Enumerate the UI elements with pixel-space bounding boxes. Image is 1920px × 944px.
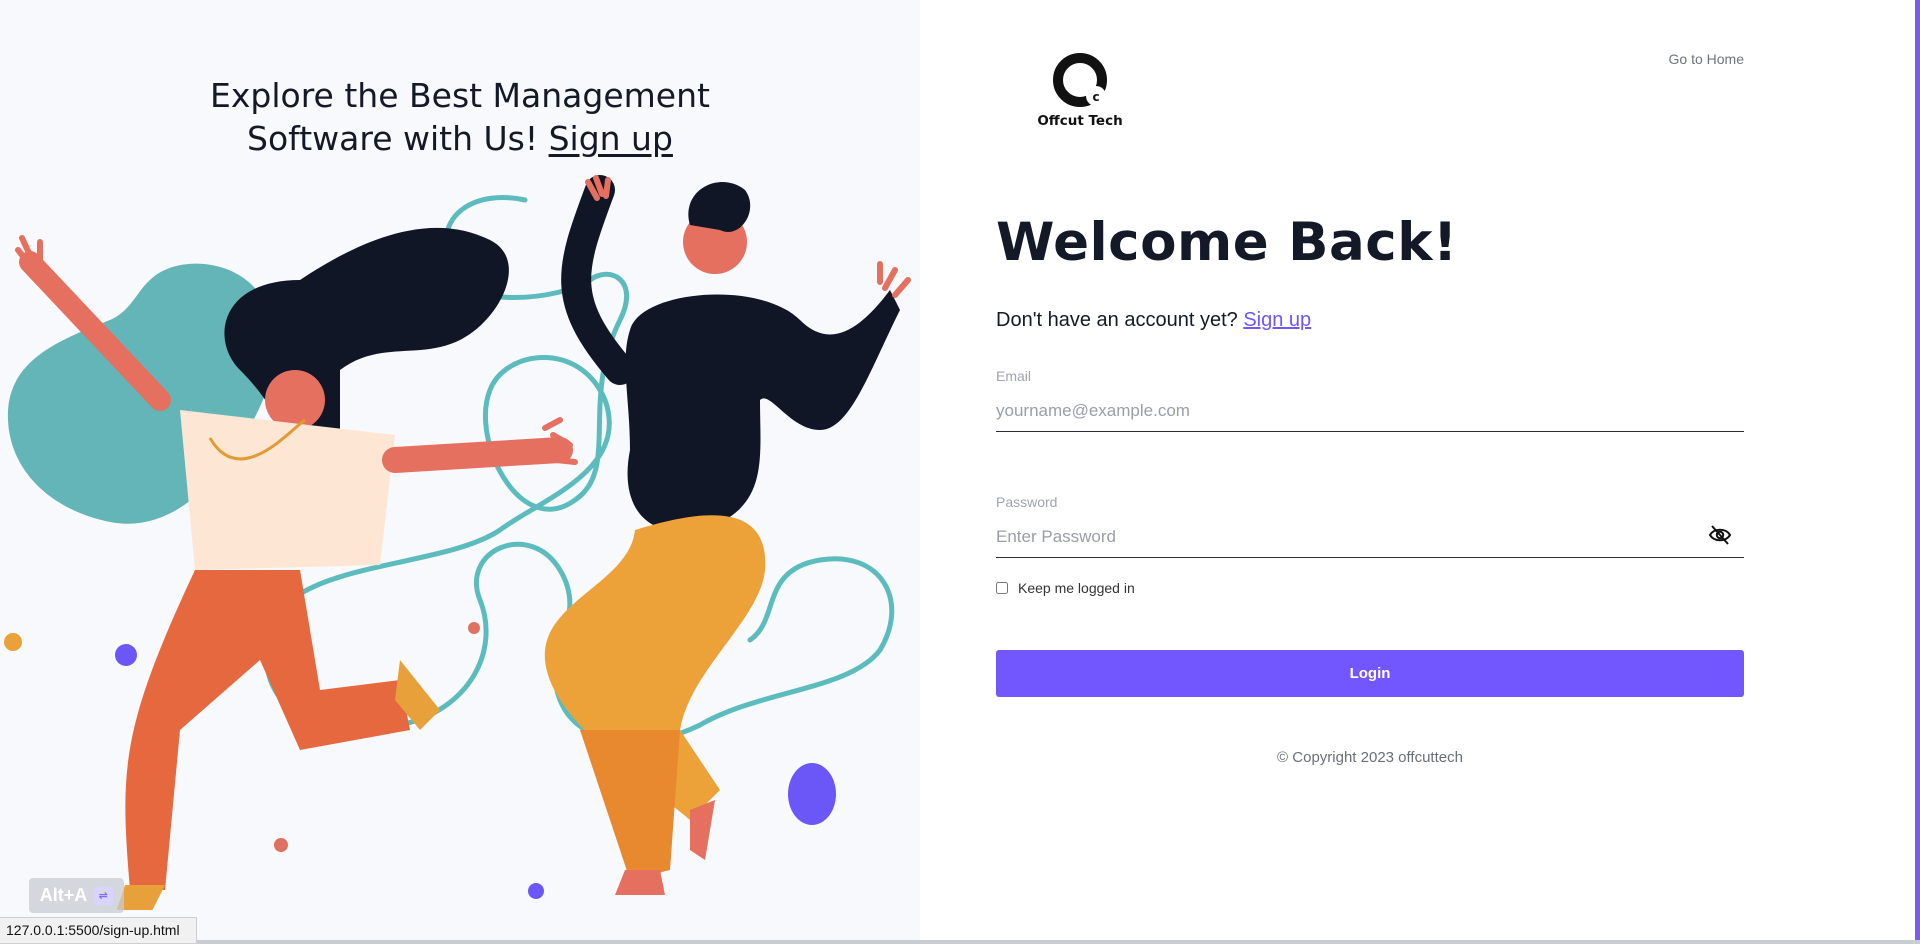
accessibility-shortcut-badge[interactable]: Alt+A ⇌ <box>29 878 124 913</box>
copyright-text: © Copyright 2023 offcuttech <box>1277 749 1463 766</box>
password-field[interactable] <box>996 516 1744 558</box>
signup-link[interactable]: Sign up <box>1243 309 1311 331</box>
browser-status-url: 127.0.0.1:5500/sign-up.html <box>0 917 197 944</box>
login-panel <box>920 0 1920 944</box>
email-label: Email <box>996 368 1032 384</box>
login-button[interactable]: Login <box>996 650 1744 697</box>
hero-signup-link[interactable]: Sign up <box>549 119 673 158</box>
hero-title-line2: Software with Us! <box>247 119 539 158</box>
hero-title: Explore the Best Management Software wit… <box>0 74 920 160</box>
email-field[interactable] <box>996 390 1744 432</box>
people-celebrating-illustration <box>4 175 911 910</box>
shortcut-label: Alt+A <box>39 885 88 905</box>
keep-logged-in-label: Keep me logged in <box>1018 580 1135 596</box>
scrollbar[interactable] <box>1915 0 1920 944</box>
go-to-home-link[interactable]: Go to Home <box>1630 51 1744 67</box>
hero-panel: Explore the Best Management Software wit… <box>0 0 920 944</box>
page-title: Welcome Back! <box>996 212 1458 273</box>
signup-prompt: Don't have an account yet? Sign up <box>996 309 1311 332</box>
toggle-password-visibility-icon[interactable] <box>1708 524 1732 546</box>
keep-logged-in-checkbox[interactable] <box>996 582 1008 594</box>
shortcut-key-icon: ⇌ <box>93 886 114 905</box>
window-bottom-border <box>0 940 1920 944</box>
password-label: Password <box>996 494 1058 510</box>
logo-letter: c <box>1092 90 1099 104</box>
keep-logged-in[interactable]: Keep me logged in <box>996 580 1135 596</box>
no-account-text: Don't have an account yet? <box>996 309 1238 331</box>
hero-title-line1: Explore the Best Management <box>210 76 710 115</box>
brand-name: Offcut Tech <box>1037 113 1123 129</box>
